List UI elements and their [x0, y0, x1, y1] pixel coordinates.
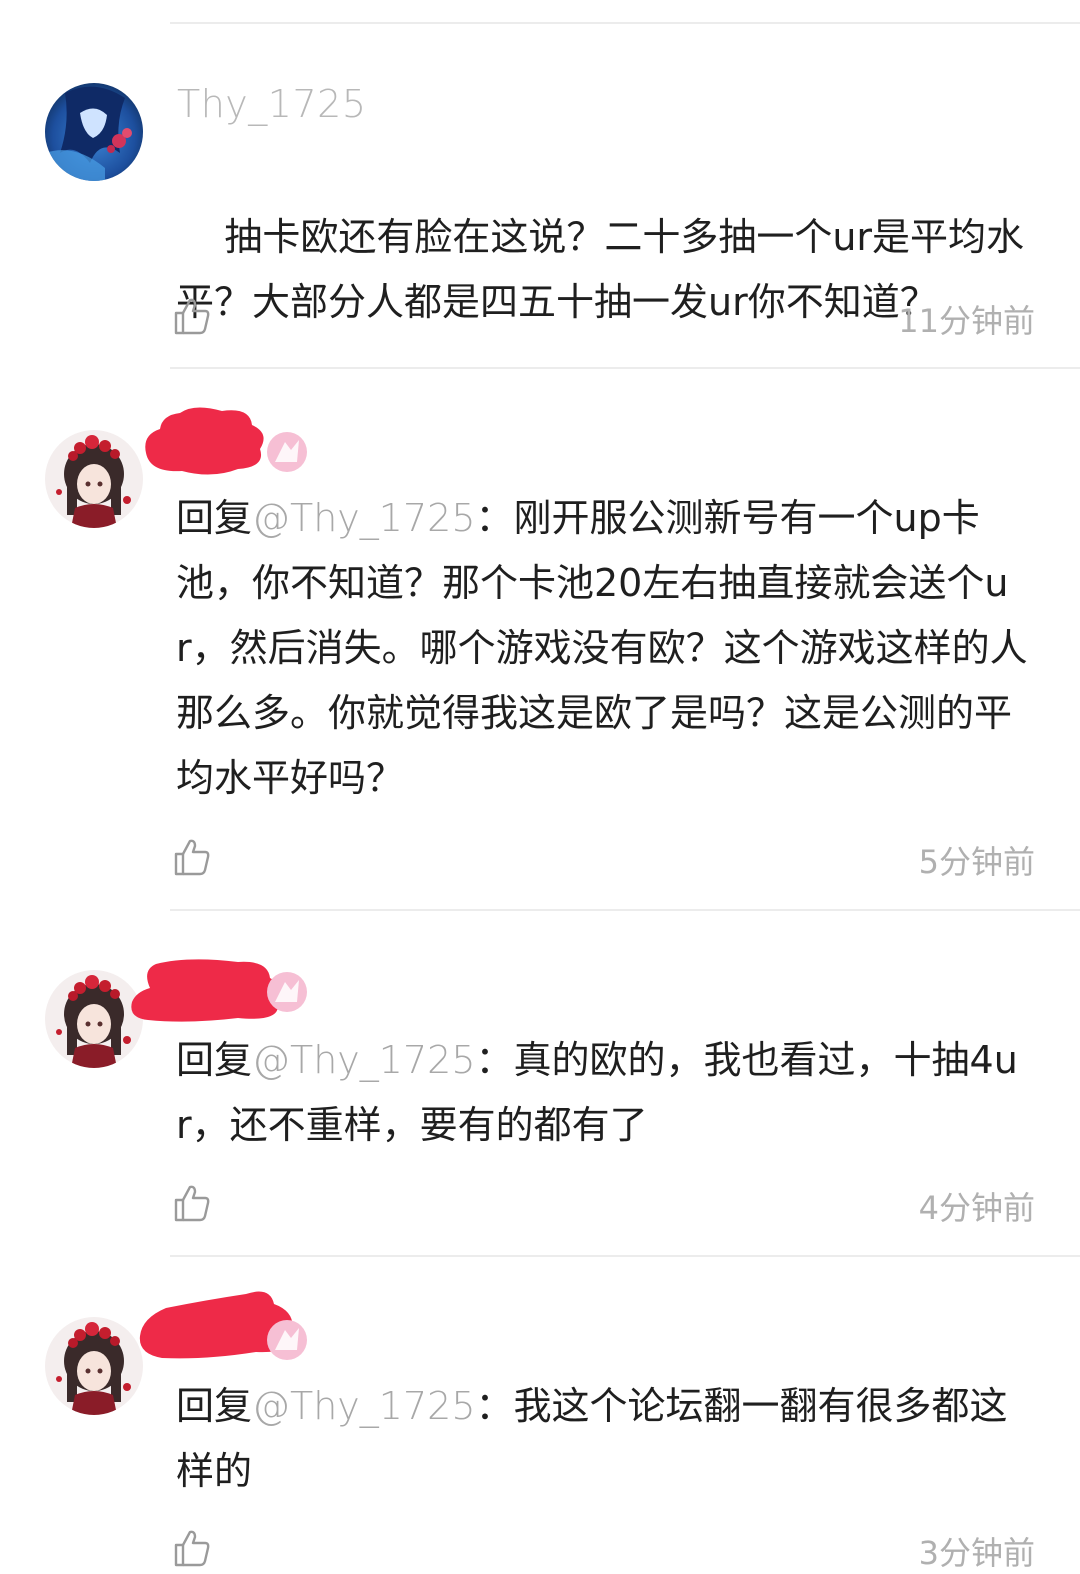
- divider: [170, 1255, 1080, 1257]
- comment-body: 抽卡欧还有脸在这说？二十多抽一个ur是平均水平？大部分人都是四五十抽一发ur你不…: [176, 215, 1025, 324]
- thumbs-up-icon: [174, 1530, 210, 1567]
- avatar[interactable]: [45, 1317, 143, 1415]
- avatar[interactable]: [45, 83, 143, 181]
- like-button[interactable]: [172, 1528, 212, 1568]
- username[interactable]: Thy_1725: [177, 82, 367, 126]
- level-badge: [267, 972, 307, 1012]
- top-divider: [170, 22, 1080, 24]
- comment-text: 回复@Thy_1725：我这个论坛翻一翻有很多都这样的: [176, 1374, 1036, 1504]
- mention-link[interactable]: @Thy_1725: [252, 496, 476, 540]
- mention-link[interactable]: @Thy_1725: [252, 1384, 476, 1428]
- redacted-username: [145, 407, 264, 475]
- like-button[interactable]: [172, 296, 212, 336]
- comment-text: 回复@Thy_1725：真的欧的，我也看过，十抽4ur，还不重样，要有的都有了: [176, 1028, 1036, 1158]
- reply-prefix: 回复: [176, 496, 253, 540]
- thumbs-up-icon: [174, 298, 210, 335]
- divider: [170, 367, 1080, 369]
- level-badge: [267, 1320, 307, 1360]
- comment-text: 抽卡欧还有脸在这说？二十多抽一个ur是平均水平？大部分人都是四五十抽一发ur你不…: [176, 140, 1036, 400]
- timestamp: 5分钟前: [918, 843, 1035, 881]
- like-button[interactable]: [172, 837, 212, 877]
- divider: [170, 909, 1080, 911]
- timestamp: 4分钟前: [918, 1189, 1035, 1227]
- comment-text: 回复@Thy_1725：刚开服公测新号有一个up卡池，你不知道？那个卡池20左右…: [176, 486, 1036, 811]
- thumbs-up-icon: [174, 1185, 210, 1222]
- mention-link[interactable]: @Thy_1725: [252, 1038, 476, 1082]
- timestamp: 11分钟前: [898, 302, 1035, 340]
- reply-prefix: 回复: [176, 1384, 253, 1428]
- like-button[interactable]: [172, 1183, 212, 1223]
- reply-prefix: 回复: [176, 1038, 253, 1082]
- comment-body: ：刚开服公测新号有一个up卡池，你不知道？那个卡池20左右抽直接就会送个ur，然…: [176, 496, 1028, 800]
- timestamp: 3分钟前: [918, 1534, 1035, 1572]
- level-badge: [267, 432, 307, 472]
- thumbs-up-icon: [174, 839, 210, 876]
- avatar[interactable]: [45, 430, 143, 528]
